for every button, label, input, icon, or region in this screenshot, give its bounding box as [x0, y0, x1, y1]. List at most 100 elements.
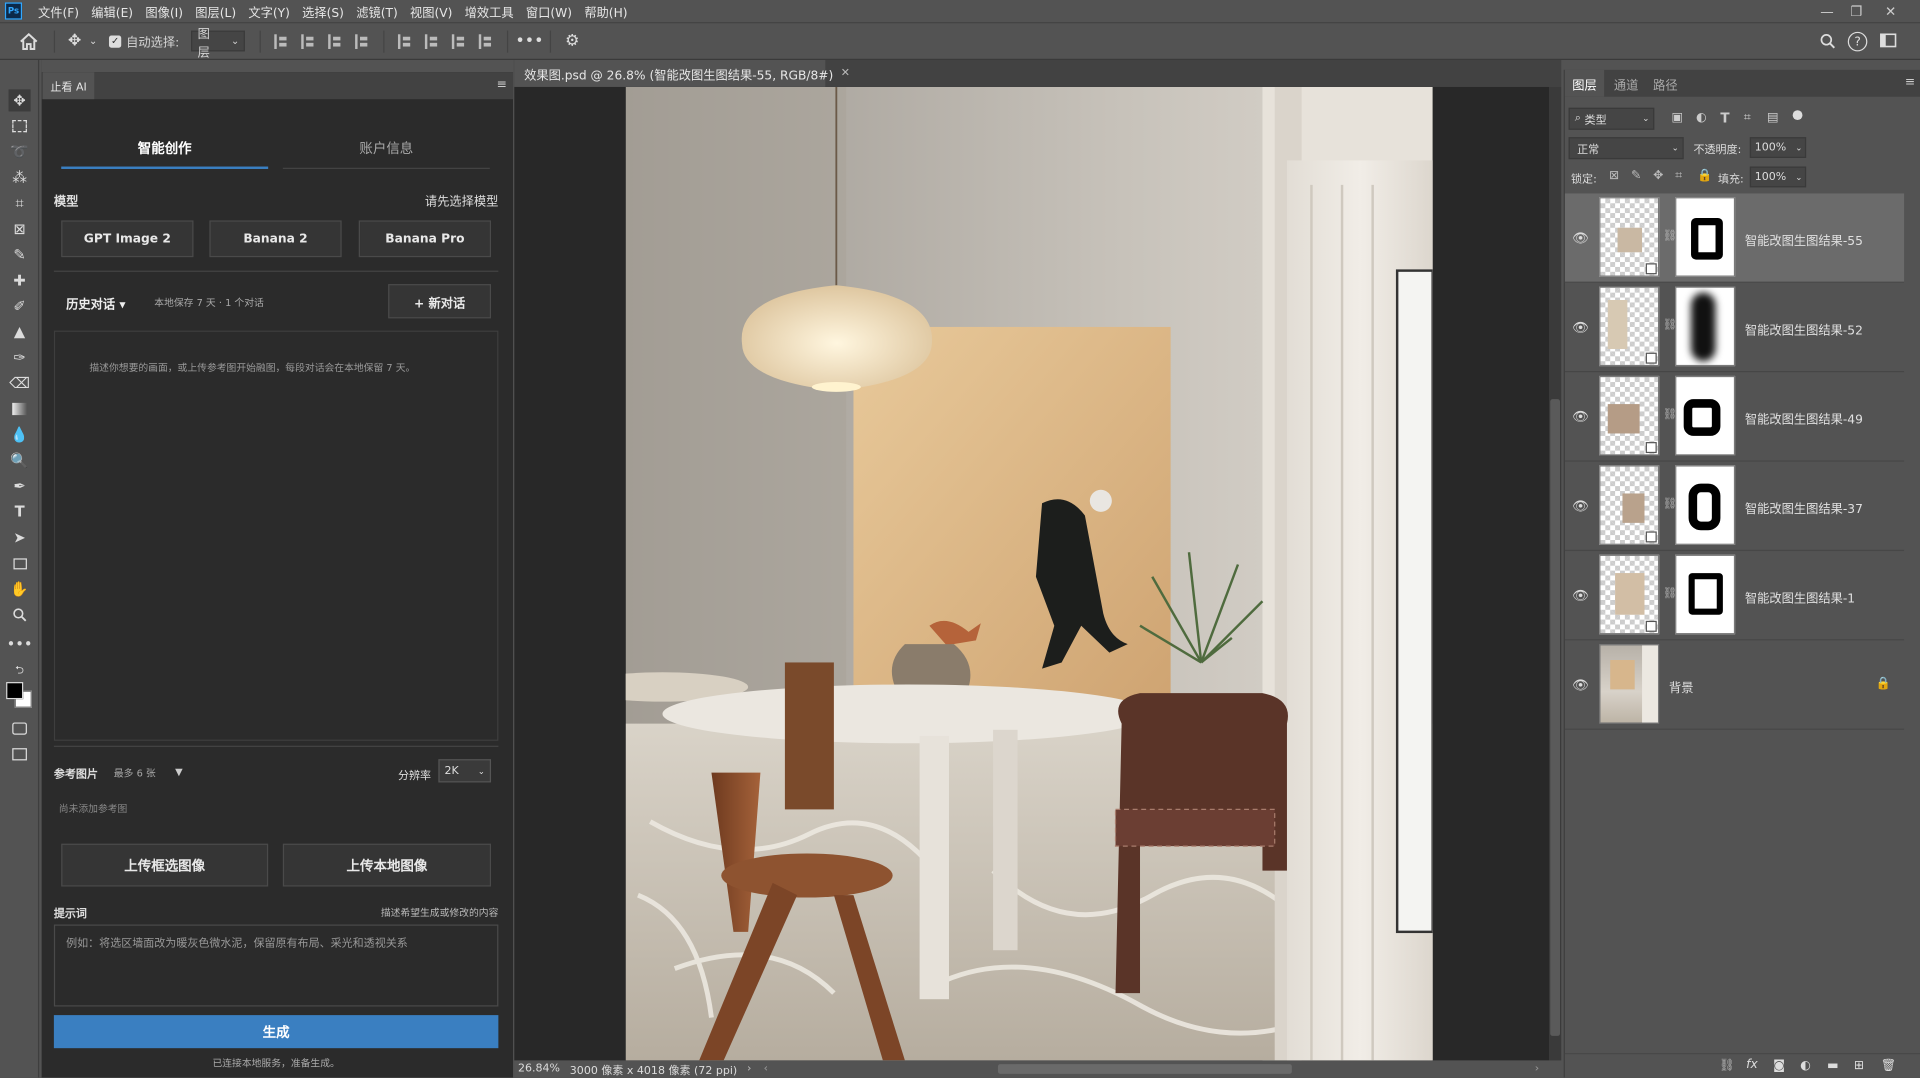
- lock-all-icon[interactable]: 🔒: [1697, 169, 1712, 182]
- upload-selection-button[interactable]: 上传框选图像: [61, 843, 269, 887]
- align-bottom-icon[interactable]: [452, 33, 467, 49]
- layer-style-icon[interactable]: fx: [1746, 1058, 1758, 1071]
- edit-toolbar-icon[interactable]: •••: [7, 633, 33, 655]
- menu-image[interactable]: 图像(I): [139, 2, 189, 20]
- layer-name[interactable]: 智能改图生图结果-49: [1745, 409, 1863, 427]
- panel-menu-icon[interactable]: ≡: [1905, 76, 1915, 89]
- auto-select-checkbox[interactable]: ✓: [108, 34, 122, 48]
- scroll-left-icon[interactable]: ‹: [764, 1063, 768, 1075]
- align-middle-v-icon[interactable]: [425, 33, 440, 49]
- gear-icon[interactable]: ⚙: [559, 32, 586, 50]
- generate-button[interactable]: 生成: [53, 1015, 499, 1049]
- trash-icon[interactable]: 🗑: [1881, 1059, 1897, 1072]
- lock-pixels-icon[interactable]: ✎: [1631, 169, 1641, 182]
- layer-name[interactable]: 智能改图生图结果-1: [1745, 588, 1855, 606]
- adjustment-layer-icon[interactable]: ◐: [1800, 1059, 1811, 1072]
- distribute-v-icon[interactable]: [479, 33, 494, 49]
- eraser-icon[interactable]: ⌫: [9, 372, 31, 394]
- quick-mask-icon[interactable]: [9, 718, 31, 740]
- chevron-right-icon[interactable]: ›: [747, 1063, 751, 1075]
- visibility-eye-icon[interactable]: 👁: [1572, 229, 1589, 246]
- rectangle-tool-icon[interactable]: [9, 552, 31, 574]
- chat-area[interactable]: 描述你想要的画面，或上传参考图开始融图，每段对话会在本地保留 7 天。: [53, 330, 499, 741]
- align-top-icon[interactable]: [398, 33, 413, 49]
- canvas-area[interactable]: [514, 86, 1549, 1061]
- filter-smartobject-icon[interactable]: ▤: [1767, 111, 1779, 124]
- menu-plugins[interactable]: 增效工具: [459, 2, 520, 20]
- close-tab-icon[interactable]: ✕: [841, 67, 850, 79]
- filter-pixel-icon[interactable]: ▣: [1671, 111, 1683, 124]
- layer-name[interactable]: 智能改图生图结果-37: [1745, 498, 1863, 516]
- eyedropper-icon[interactable]: ✎: [9, 244, 31, 266]
- resolution-select[interactable]: 2K ⌄: [438, 759, 492, 783]
- layer-row[interactable]: 👁 ⛓ 智能改图生图结果-49: [1564, 372, 1905, 462]
- fill-input[interactable]: 100% ⌄: [1749, 166, 1807, 188]
- blur-tool-icon[interactable]: 💧: [9, 424, 31, 446]
- swap-colors-icon[interactable]: ⮌: [9, 660, 31, 682]
- home-icon[interactable]: [10, 32, 47, 50]
- crop-tool-icon[interactable]: ⌗: [9, 192, 31, 214]
- scroll-right-icon[interactable]: ›: [1535, 1063, 1539, 1075]
- search-icon[interactable]: [1817, 33, 1837, 49]
- filter-toggle-icon[interactable]: [1792, 110, 1803, 121]
- hand-tool-icon[interactable]: ✋: [9, 578, 31, 600]
- zoom-tool-icon[interactable]: [9, 604, 31, 626]
- frame-tool-icon[interactable]: ⊠: [9, 218, 31, 240]
- help-icon[interactable]: ?: [1847, 31, 1868, 52]
- new-chat-button[interactable]: + 新对话: [388, 284, 492, 319]
- visibility-eye-icon[interactable]: 👁: [1572, 587, 1589, 604]
- menu-window[interactable]: 窗口(W): [520, 2, 578, 20]
- foreground-color-swatch[interactable]: [6, 682, 24, 700]
- add-mask-icon[interactable]: ◙: [1773, 1059, 1785, 1072]
- healing-brush-icon[interactable]: ✚: [9, 269, 31, 291]
- filter-shape-icon[interactable]: ⌗: [1744, 111, 1751, 124]
- new-layer-icon[interactable]: ⊞: [1854, 1059, 1864, 1072]
- layer-row[interactable]: 👁 ⛓ 智能改图生图结果-1: [1564, 551, 1905, 641]
- model-gpt-image-2-button[interactable]: GPT Image 2: [61, 220, 194, 258]
- new-group-icon[interactable]: ▬: [1827, 1059, 1839, 1072]
- horizontal-scrollbar-thumb[interactable]: [997, 1064, 1292, 1074]
- model-banana-2-button[interactable]: Banana 2: [209, 220, 342, 258]
- history-toggle[interactable]: 历史对话 ▾: [66, 294, 125, 312]
- reference-dropdown-arrow[interactable]: ▼: [175, 767, 183, 778]
- auto-select-target-dropdown[interactable]: 图层 ⌄: [191, 28, 246, 59]
- history-brush-icon[interactable]: ✑: [9, 347, 31, 369]
- marquee-tool-icon[interactable]: [9, 115, 31, 137]
- distribute-icon[interactable]: [355, 33, 371, 49]
- layer-row[interactable]: 👁 ⛓ 智能改图生图结果-52: [1564, 283, 1905, 373]
- tab-channels[interactable]: 通道: [1607, 70, 1646, 97]
- opacity-input[interactable]: 100% ⌄: [1749, 137, 1807, 158]
- type-tool-icon[interactable]: T: [9, 501, 31, 523]
- filter-adjustment-icon[interactable]: ◐: [1696, 111, 1707, 124]
- pen-tool-icon[interactable]: ✒: [9, 475, 31, 497]
- zoom-level[interactable]: 26.84%: [518, 1063, 560, 1075]
- menu-help[interactable]: 帮助(H): [578, 2, 634, 20]
- minimize-icon[interactable]: —: [1812, 0, 1841, 22]
- vertical-scrollbar[interactable]: [1548, 86, 1562, 1061]
- lasso-tool-icon[interactable]: ➰: [9, 141, 31, 163]
- more-options-icon[interactable]: •••: [515, 32, 543, 50]
- visibility-eye-icon[interactable]: 👁: [1572, 318, 1589, 335]
- upload-local-button[interactable]: 上传本地图像: [282, 843, 492, 887]
- filter-type-icon[interactable]: T: [1720, 110, 1729, 126]
- chevron-down-icon[interactable]: ⌄: [87, 36, 99, 47]
- menu-edit[interactable]: 编辑(E): [85, 2, 139, 20]
- restore-icon[interactable]: ❐: [1842, 0, 1871, 22]
- menu-file[interactable]: 文件(F): [32, 2, 85, 20]
- lock-transparency-icon[interactable]: ⊠: [1609, 169, 1619, 182]
- layer-filter-select[interactable]: ⌕ 类型 ⌄: [1568, 107, 1655, 130]
- layer-name[interactable]: 背景: [1669, 677, 1693, 695]
- visibility-eye-icon[interactable]: 👁: [1572, 676, 1589, 693]
- visibility-eye-icon[interactable]: 👁: [1572, 408, 1589, 425]
- blend-mode-select[interactable]: 正常 ⌄: [1568, 137, 1684, 160]
- model-banana-pro-button[interactable]: Banana Pro: [358, 220, 492, 258]
- menu-view[interactable]: 视图(V): [404, 2, 459, 20]
- stamp-tool-icon[interactable]: ▲: [9, 321, 31, 343]
- move-tool-icon[interactable]: ✥: [8, 89, 31, 112]
- menu-filter[interactable]: 滤镜(T): [350, 2, 404, 20]
- tab-paths[interactable]: 路径: [1646, 70, 1685, 97]
- layer-row[interactable]: 👁 背景 🔒: [1564, 640, 1905, 730]
- tab-layers[interactable]: 图层: [1564, 69, 1605, 97]
- menu-select[interactable]: 选择(S): [296, 2, 350, 20]
- vertical-scrollbar-thumb[interactable]: [1550, 399, 1561, 1036]
